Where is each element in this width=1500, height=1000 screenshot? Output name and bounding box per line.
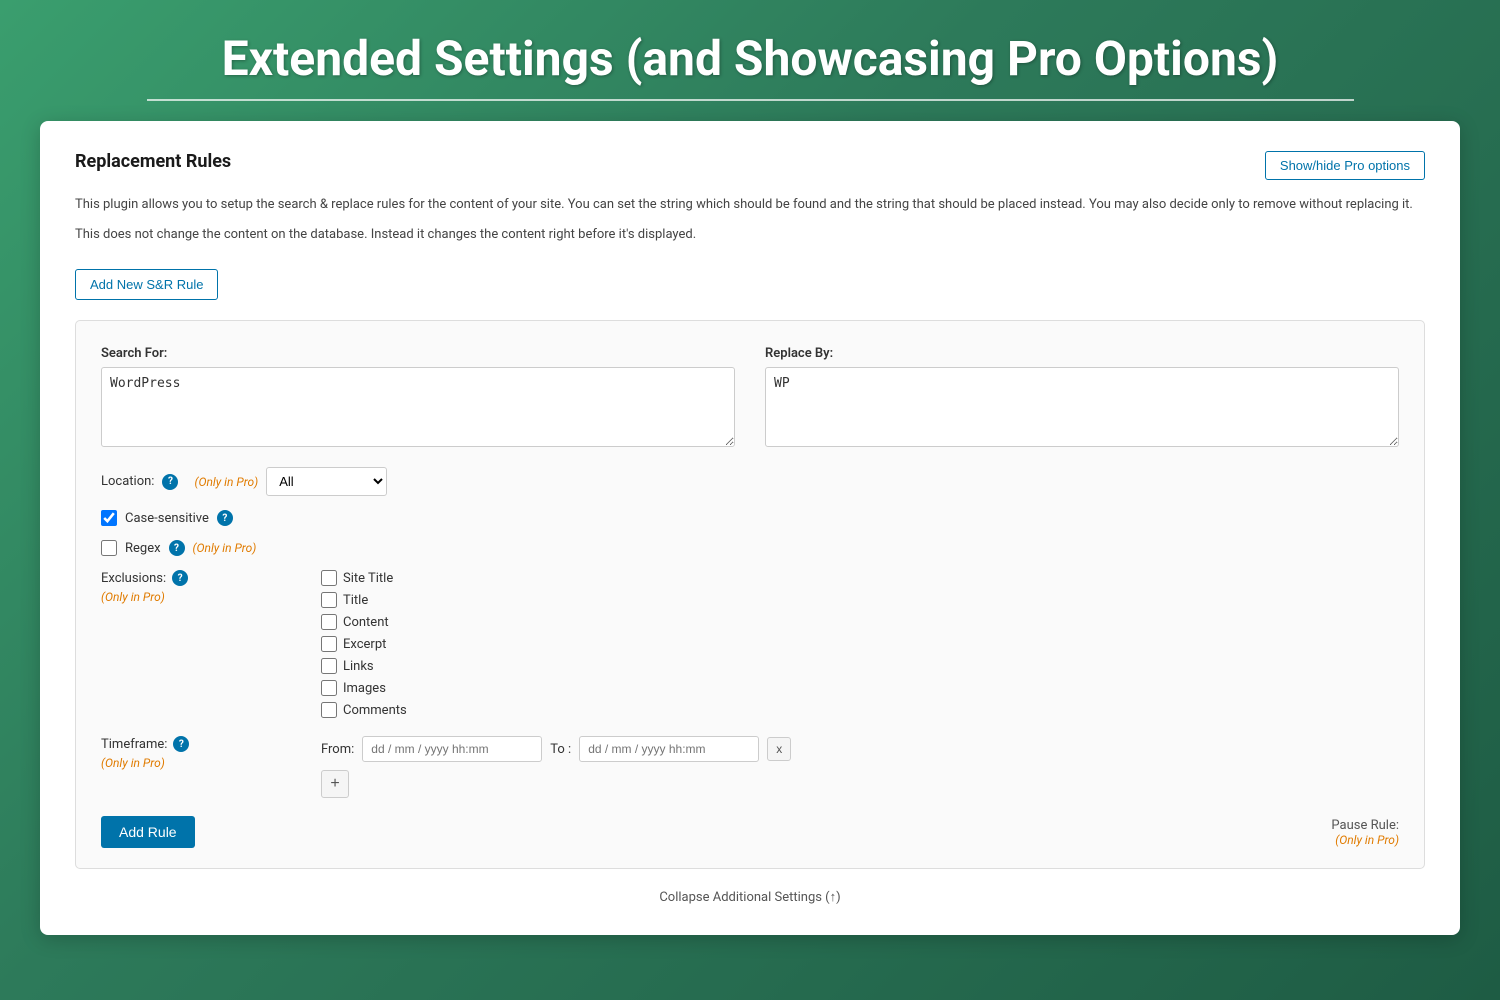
case-sensitive-checkbox[interactable] xyxy=(101,510,117,526)
case-sensitive-row: Case-sensitive ? xyxy=(101,510,1399,526)
regex-label: Regex xyxy=(125,541,161,556)
exclusion-excerpt-label: Excerpt xyxy=(343,637,386,652)
pause-rule-pro-only: (Only in Pro) xyxy=(1331,833,1399,847)
timeframe-controls: From: To : x + xyxy=(321,736,791,798)
exclusion-links-label: Links xyxy=(343,659,374,674)
location-info-icon: ? xyxy=(162,474,178,490)
title-divider xyxy=(147,99,1354,101)
exclusions-label: Exclusions: xyxy=(101,571,166,586)
timeframe-label-col: Timeframe: ? (Only in Pro) xyxy=(101,736,321,771)
exclusions-row: Exclusions: ? (Only in Pro) Site Title T… xyxy=(101,570,1399,718)
collapse-additional-settings-link[interactable]: Collapse Additional Settings (↑) xyxy=(659,890,840,905)
timeframe-row: Timeframe: ? (Only in Pro) From: To : x … xyxy=(101,736,1399,798)
card-title: Replacement Rules xyxy=(75,151,231,172)
pause-rule-label: Pause Rule: xyxy=(1331,818,1399,833)
exclusion-comments: Comments xyxy=(321,702,407,718)
case-sensitive-info-icon: ? xyxy=(217,510,233,526)
exclusion-title-label: Title xyxy=(343,593,368,608)
search-for-label: Search For: xyxy=(101,346,735,361)
exclusion-excerpt: Excerpt xyxy=(321,636,407,652)
exclusion-comments-checkbox[interactable] xyxy=(321,702,337,718)
exclusion-site-title: Site Title xyxy=(321,570,407,586)
location-select[interactable]: All Posts Pages Comments Custom xyxy=(266,467,387,496)
exclusion-content-label: Content xyxy=(343,615,389,630)
from-input[interactable] xyxy=(362,736,542,762)
clear-timeframe-button[interactable]: x xyxy=(767,737,791,761)
exclusions-checkboxes: Site Title Title Content Excerpt Links xyxy=(321,570,407,718)
rule-footer-row: Add Rule Pause Rule: (Only in Pro) xyxy=(101,816,1399,848)
exclusion-title-checkbox[interactable] xyxy=(321,592,337,608)
exclusions-label-col: Exclusions: ? (Only in Pro) xyxy=(101,570,321,605)
add-timeframe-button[interactable]: + xyxy=(321,770,349,798)
from-label: From: xyxy=(321,742,354,757)
to-input[interactable] xyxy=(579,736,759,762)
exclusion-links: Links xyxy=(321,658,407,674)
collapse-footer: Collapse Additional Settings (↑) xyxy=(75,889,1425,905)
exclusion-title: Title xyxy=(321,592,407,608)
replace-by-label: Replace By: xyxy=(765,346,1399,361)
timeframe-label: Timeframe: xyxy=(101,737,167,752)
location-label: Location: xyxy=(101,474,154,489)
regex-row: Regex ? (Only in Pro) xyxy=(101,540,1399,556)
card-header: Replacement Rules Show/hide Pro options xyxy=(75,151,1425,180)
location-row: Location: ? (Only in Pro) All Posts Page… xyxy=(101,467,1399,496)
exclusion-images: Images xyxy=(321,680,407,696)
rule-box: Search For: WordPress Replace By: WP Loc… xyxy=(75,320,1425,869)
pause-rule-col: Pause Rule: (Only in Pro) xyxy=(1331,818,1399,847)
search-for-group: Search For: WordPress xyxy=(101,346,735,447)
exclusion-excerpt-checkbox[interactable] xyxy=(321,636,337,652)
description-2: This does not change the content on the … xyxy=(75,225,1425,245)
replace-by-group: Replace By: WP xyxy=(765,346,1399,447)
exclusion-links-checkbox[interactable] xyxy=(321,658,337,674)
search-replace-row: Search For: WordPress Replace By: WP xyxy=(101,346,1399,447)
replace-by-input[interactable]: WP xyxy=(765,367,1399,447)
exclusion-content: Content xyxy=(321,614,407,630)
case-sensitive-label: Case-sensitive xyxy=(125,511,209,526)
add-rule-button[interactable]: Add Rule xyxy=(101,816,195,848)
regex-pro-only: (Only in Pro) xyxy=(193,541,257,555)
exclusion-images-label: Images xyxy=(343,681,386,696)
exclusions-info-icon: ? xyxy=(172,570,188,586)
pro-options-button[interactable]: Show/hide Pro options xyxy=(1265,151,1425,180)
exclusions-pro-only: (Only in Pro) xyxy=(101,590,165,604)
exclusion-comments-label: Comments xyxy=(343,703,407,718)
timeframe-info-icon: ? xyxy=(173,736,189,752)
regex-checkbox[interactable] xyxy=(101,540,117,556)
timeframe-pro-only: (Only in Pro) xyxy=(101,756,165,770)
regex-info-icon: ? xyxy=(169,540,185,556)
search-for-input[interactable]: WordPress xyxy=(101,367,735,447)
to-label: To : xyxy=(550,742,571,757)
add-new-sr-rule-button[interactable]: Add New S&R Rule xyxy=(75,269,218,300)
exclusion-content-checkbox[interactable] xyxy=(321,614,337,630)
exclusion-site-title-checkbox[interactable] xyxy=(321,570,337,586)
exclusion-images-checkbox[interactable] xyxy=(321,680,337,696)
page-header: Extended Settings (and Showcasing Pro Op… xyxy=(40,30,1460,101)
page-title: Extended Settings (and Showcasing Pro Op… xyxy=(40,30,1460,87)
main-card: Replacement Rules Show/hide Pro options … xyxy=(40,121,1460,935)
description-1: This plugin allows you to setup the sear… xyxy=(75,195,1425,215)
timeframe-inputs-row: From: To : x xyxy=(321,736,791,762)
location-pro-only: (Only in Pro) xyxy=(194,475,258,489)
exclusion-site-title-label: Site Title xyxy=(343,571,393,586)
